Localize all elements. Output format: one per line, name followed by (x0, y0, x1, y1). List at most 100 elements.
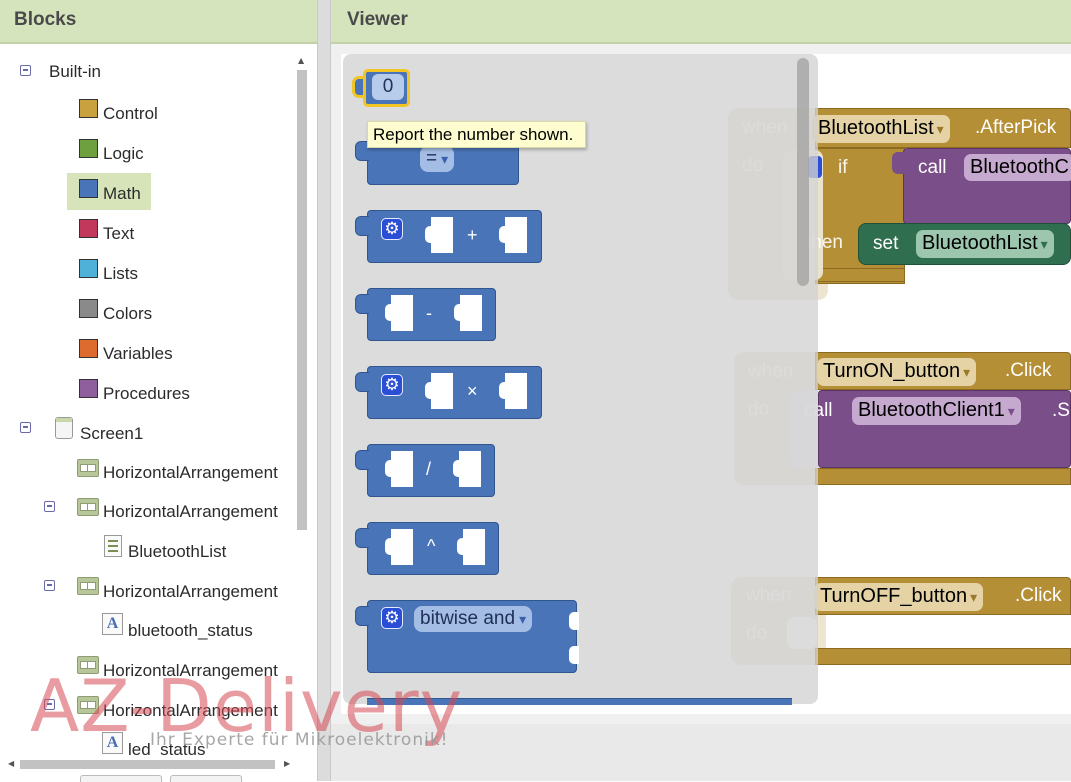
input-slot[interactable] (454, 295, 482, 331)
logic-swatch-icon (79, 139, 98, 158)
flyout-scrollbar[interactable] (797, 58, 809, 286)
input-slot[interactable] (453, 451, 481, 487)
dropdown-arrow-icon: ▾ (963, 364, 971, 380)
dropdown-arrow-icon: ▾ (1040, 236, 1048, 252)
divide-operator: / (426, 459, 432, 479)
dropdown-value: BluetoothClient1 (858, 399, 1005, 421)
collapse-icon[interactable] (44, 501, 55, 512)
category-label: Lists (103, 264, 138, 283)
math-swatch-icon (79, 179, 98, 198)
input-slot[interactable] (385, 529, 413, 565)
event-block-footer (815, 268, 905, 282)
brand-tagline: Ihr Experte für Mikroelektronik! (150, 730, 449, 750)
bitwise-operator-dropdown[interactable]: bitwise and ▾ (414, 606, 533, 632)
call-block-nub (892, 152, 906, 174)
dropdown-arrow-icon: ▾ (1007, 403, 1015, 419)
block-nub (355, 294, 369, 314)
horizontal-arrangement-icon (77, 498, 99, 516)
mutator-gear-icon[interactable]: ⚙ (381, 218, 403, 240)
call-target-dropdown[interactable]: BluetoothC (964, 154, 1071, 181)
event-name: .Click (1005, 360, 1052, 381)
blocks-header: Blocks (0, 0, 317, 44)
block-tooltip: Report the number shown. (367, 121, 586, 148)
dropdown-arrow-icon: ▾ (936, 121, 944, 137)
label-icon: A (102, 613, 123, 635)
procedures-swatch-icon (79, 379, 98, 398)
power-operator: ^ (427, 536, 436, 556)
input-slot[interactable] (425, 217, 453, 253)
add-operator: + (467, 225, 478, 245)
input-slot[interactable] (385, 295, 413, 331)
variables-swatch-icon (79, 339, 98, 358)
block-nub (355, 528, 369, 548)
event-name: .AfterPick (975, 117, 1057, 138)
category-label: Procedures (103, 384, 190, 403)
set-label: set (873, 233, 899, 254)
viewer-header: Viewer (331, 0, 1071, 44)
component-label: HorizontalArrangement (103, 502, 278, 521)
block-nub (355, 606, 369, 626)
category-label: Variables (103, 344, 173, 363)
tree-horizontal-scroll-thumb[interactable] (20, 760, 275, 769)
blocks-title: Blocks (14, 9, 77, 30)
event-name: .Click (1015, 585, 1062, 606)
block-nub (355, 216, 369, 236)
component-label: HorizontalArrangement (103, 582, 278, 601)
input-slot[interactable] (499, 373, 527, 409)
call-method: .S (1052, 400, 1070, 421)
horizontal-arrangement-icon (77, 577, 99, 595)
component-dropdown[interactable]: TurnON_button ▾ (817, 358, 977, 386)
text-swatch-icon (79, 219, 98, 238)
dropdown-value: BluetoothList (818, 117, 934, 139)
horizontal-arrangement-icon (77, 459, 99, 477)
block-nub (355, 372, 369, 392)
category-label: Math (103, 184, 141, 203)
dropdown-value: BluetoothList (922, 232, 1038, 254)
dropdown-value: bitwise and (420, 608, 516, 629)
input-slot[interactable] (569, 646, 579, 664)
multiply-operator: × (467, 381, 478, 401)
category-label: Control (103, 104, 158, 123)
collapse-icon[interactable] (44, 580, 55, 591)
component-label: bluetooth_status (128, 621, 253, 640)
viewer-title: Viewer (347, 9, 408, 30)
lists-swatch-icon (79, 259, 98, 278)
screen1-label[interactable]: Screen1 (80, 424, 143, 444)
input-slot[interactable] (457, 529, 485, 565)
input-slot[interactable] (499, 217, 527, 253)
tree-vertical-scroll-thumb[interactable] (297, 70, 307, 530)
input-slot[interactable] (569, 612, 579, 630)
mutator-gear-icon[interactable]: ⚙ (381, 374, 403, 396)
screen-icon (55, 417, 73, 439)
if-label: if (838, 157, 848, 178)
screen1-collapse-icon[interactable] (20, 422, 31, 433)
control-swatch-icon (79, 99, 98, 118)
compare-operator-dropdown[interactable]: = ▾ (420, 146, 455, 172)
set-target-dropdown[interactable]: BluetoothList ▾ (916, 230, 1054, 258)
dropdown-value: = (426, 148, 438, 169)
category-label: Logic (103, 144, 144, 163)
number-field[interactable]: 0 (372, 74, 404, 100)
dropdown-arrow-icon: ▾ (519, 611, 527, 627)
input-slot[interactable] (425, 373, 453, 409)
call-label: call (918, 157, 947, 178)
dropdown-value: TurnOFF_button (820, 585, 968, 607)
component-dropdown[interactable]: TurnOFF_button ▾ (814, 583, 984, 611)
component-dropdown[interactable]: BluetoothList ▾ (812, 115, 950, 143)
listpicker-icon (104, 535, 122, 557)
dropdown-value: BluetoothC (970, 156, 1069, 178)
block-nub (355, 450, 369, 470)
scroll-left-arrow-icon[interactable]: ◀ (8, 759, 14, 768)
input-slot[interactable] (385, 451, 413, 487)
colors-swatch-icon (79, 299, 98, 318)
builtin-label[interactable]: Built-in (49, 62, 101, 82)
component-label: HorizontalArrangement (103, 463, 278, 482)
call-target-dropdown[interactable]: BluetoothClient1 ▾ (852, 397, 1021, 425)
builtin-collapse-icon[interactable] (20, 65, 31, 76)
mutator-gear-icon[interactable]: ⚙ (381, 607, 403, 629)
event-block-footer (815, 468, 1071, 485)
category-label: Colors (103, 304, 153, 323)
dropdown-arrow-icon: ▾ (441, 151, 449, 167)
scroll-right-arrow-icon[interactable]: ▶ (284, 759, 290, 768)
category-label: Text (103, 224, 135, 243)
